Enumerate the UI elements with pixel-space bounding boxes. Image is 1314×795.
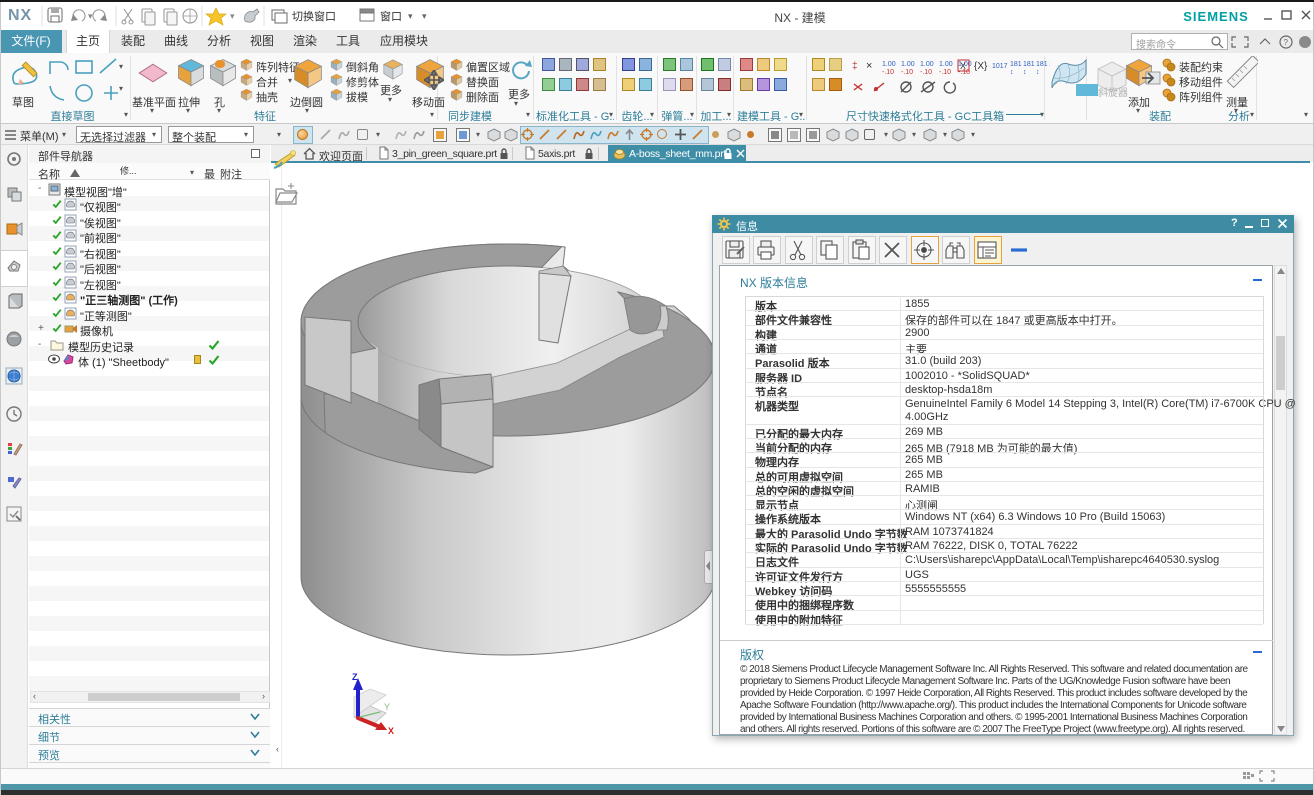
svg-text:Y: Y (384, 702, 390, 712)
svg-text:X: X (388, 726, 394, 734)
svg-text:Z: Z (352, 672, 358, 682)
